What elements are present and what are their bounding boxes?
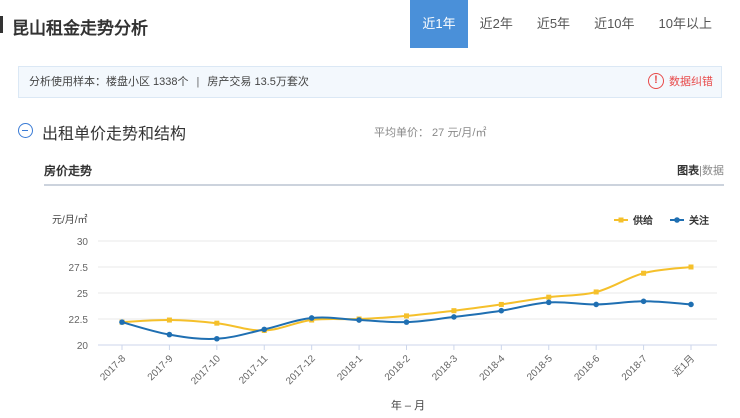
- data-point-supply: [166, 317, 172, 323]
- data-point-supply: [214, 320, 220, 326]
- x-tick-label: 2017-10: [189, 353, 223, 387]
- x-tick-label: 2018-6: [572, 353, 602, 383]
- x-tick-label: 2018-1: [335, 353, 365, 383]
- data-point-attention: [119, 319, 125, 325]
- x-tick-label: 2018-5: [525, 353, 555, 383]
- rent-trend-chart: 20 22.5 25 27.5 30 2017-8 2017-9 2017-10 2017-11…: [52, 214, 717, 412]
- data-point-attention: [451, 314, 457, 320]
- data-point-supply: [498, 301, 504, 307]
- data-point-attention: [498, 307, 505, 314]
- x-tick-label: 2018-4: [478, 353, 508, 383]
- data-point-attention: [403, 319, 410, 325]
- data-point-supply: [546, 294, 552, 300]
- x-tick-label: 2017-9: [146, 353, 176, 383]
- x-tick-label: 2018-3: [430, 353, 460, 383]
- data-point-attention: [688, 301, 694, 308]
- data-point-attention: [640, 298, 647, 305]
- y-tick-label: 20: [77, 341, 89, 352]
- data-point-attention: [356, 317, 362, 323]
- y-tick-label: 22.5: [69, 315, 89, 326]
- data-point-attention: [545, 299, 552, 306]
- y-tick-label: 30: [77, 237, 89, 248]
- legend-label: 供给: [632, 214, 653, 227]
- x-tick-label: 2017-12: [284, 353, 318, 387]
- y-axis-title: 元/月/㎡: [52, 214, 88, 226]
- legend-marker: [674, 217, 680, 223]
- data-point-attention: [214, 335, 220, 342]
- y-tick-label: 25: [77, 289, 89, 300]
- data-point-attention: [261, 326, 268, 333]
- data-point-supply: [404, 313, 409, 319]
- x-tick-label: 2018-7: [620, 353, 650, 383]
- data-point-supply: [688, 264, 694, 270]
- x-axis-title: 年 – 月: [391, 398, 425, 412]
- data-point-supply: [451, 308, 457, 314]
- legend-marker: [618, 217, 624, 223]
- x-tick-label: 2017-8: [98, 353, 128, 383]
- data-point-supply: [593, 289, 599, 295]
- data-point-attention: [308, 315, 315, 321]
- x-tick-label: 2018-2: [383, 353, 413, 383]
- x-tick-label: 2017-11: [237, 353, 271, 387]
- data-point-attention: [166, 331, 173, 338]
- x-tick-label: 近1月: [670, 352, 697, 379]
- data-point-attention: [593, 301, 599, 308]
- data-point-supply: [641, 270, 647, 276]
- y-tick-label: 27.5: [69, 263, 89, 274]
- legend-label: 关注: [689, 214, 709, 227]
